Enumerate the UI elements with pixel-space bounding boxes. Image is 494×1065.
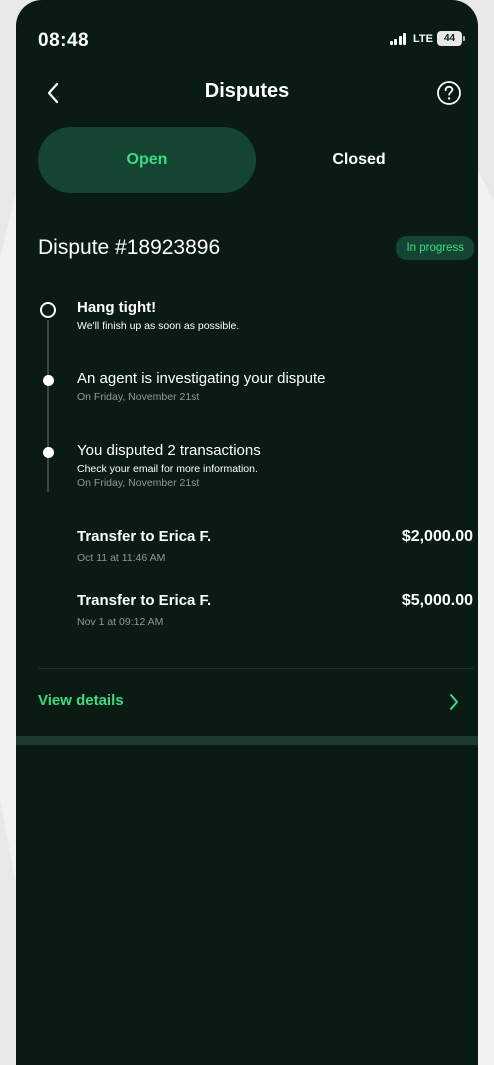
network-label: LTE [413, 32, 433, 45]
transaction-date: Nov 1 at 09:12 AM [77, 616, 164, 628]
status-time: 08:48 [38, 30, 90, 51]
help-button[interactable] [434, 78, 464, 108]
divider [38, 668, 474, 669]
status-badge: In progress [396, 236, 474, 260]
timeline-item: An agent is investigating your dispute O… [77, 369, 326, 403]
signal-icon [389, 32, 407, 45]
tab-closed[interactable]: Closed [256, 127, 462, 193]
transaction-amount: $5,000.00 [401, 592, 473, 609]
help-circle-icon [437, 81, 461, 105]
timeline-title: An agent is investigating your dispute [77, 370, 326, 387]
dispute-title: Dispute #18923896 [38, 236, 221, 259]
status-bar: 08:48 LTE 44 [16, 0, 478, 70]
transaction-name: Transfer to Erica F. [77, 528, 212, 545]
timeline-item: You disputed 2 transactions Check your e… [77, 441, 261, 489]
tab-open[interactable]: Open [38, 127, 256, 193]
view-details-label: View details [38, 692, 124, 709]
timeline-title: You disputed 2 transactions [77, 442, 261, 459]
status-indicators: LTE 44 [389, 31, 465, 46]
transaction-amount: $2,000.00 [401, 528, 473, 545]
status-tabs: Open Closed [38, 127, 462, 193]
timeline-date: On Friday, November 21st [77, 477, 200, 489]
battery-icon: 44 [437, 31, 465, 46]
timeline-date: On Friday, November 21st [77, 391, 200, 403]
timeline-node [43, 375, 54, 386]
timeline-node [43, 447, 54, 458]
view-details-button[interactable]: View details [16, 680, 478, 724]
nav-bar: Disputes [16, 72, 478, 114]
timeline-line [47, 320, 49, 492]
transaction-name: Transfer to Erica F. [77, 592, 212, 609]
dispute-header: Dispute #18923896 In progress [38, 236, 474, 268]
section-divider [16, 736, 478, 745]
timeline-subtitle: We'll finish up as soon as possible. [77, 320, 240, 332]
timeline-node-current [40, 302, 56, 318]
page-title: Disputes [204, 80, 290, 102]
timeline-title: Hang tight! [77, 299, 157, 316]
timeline-item: Hang tight! We'll finish up as soon as p… [77, 298, 239, 332]
timeline-subtitle: Check your email for more information. [77, 463, 258, 475]
transaction-date: Oct 11 at 11:46 AM [77, 552, 166, 564]
chevron-right-icon [450, 694, 458, 710]
transaction-row[interactable]: Transfer to Erica F. Nov 1 at 09:12 AM $… [77, 592, 473, 632]
transaction-row[interactable]: Transfer to Erica F. Oct 11 at 11:46 AM … [77, 528, 473, 568]
phone-screen: 08:48 LTE 44 Disputes Open Closed Disput… [16, 0, 478, 1065]
